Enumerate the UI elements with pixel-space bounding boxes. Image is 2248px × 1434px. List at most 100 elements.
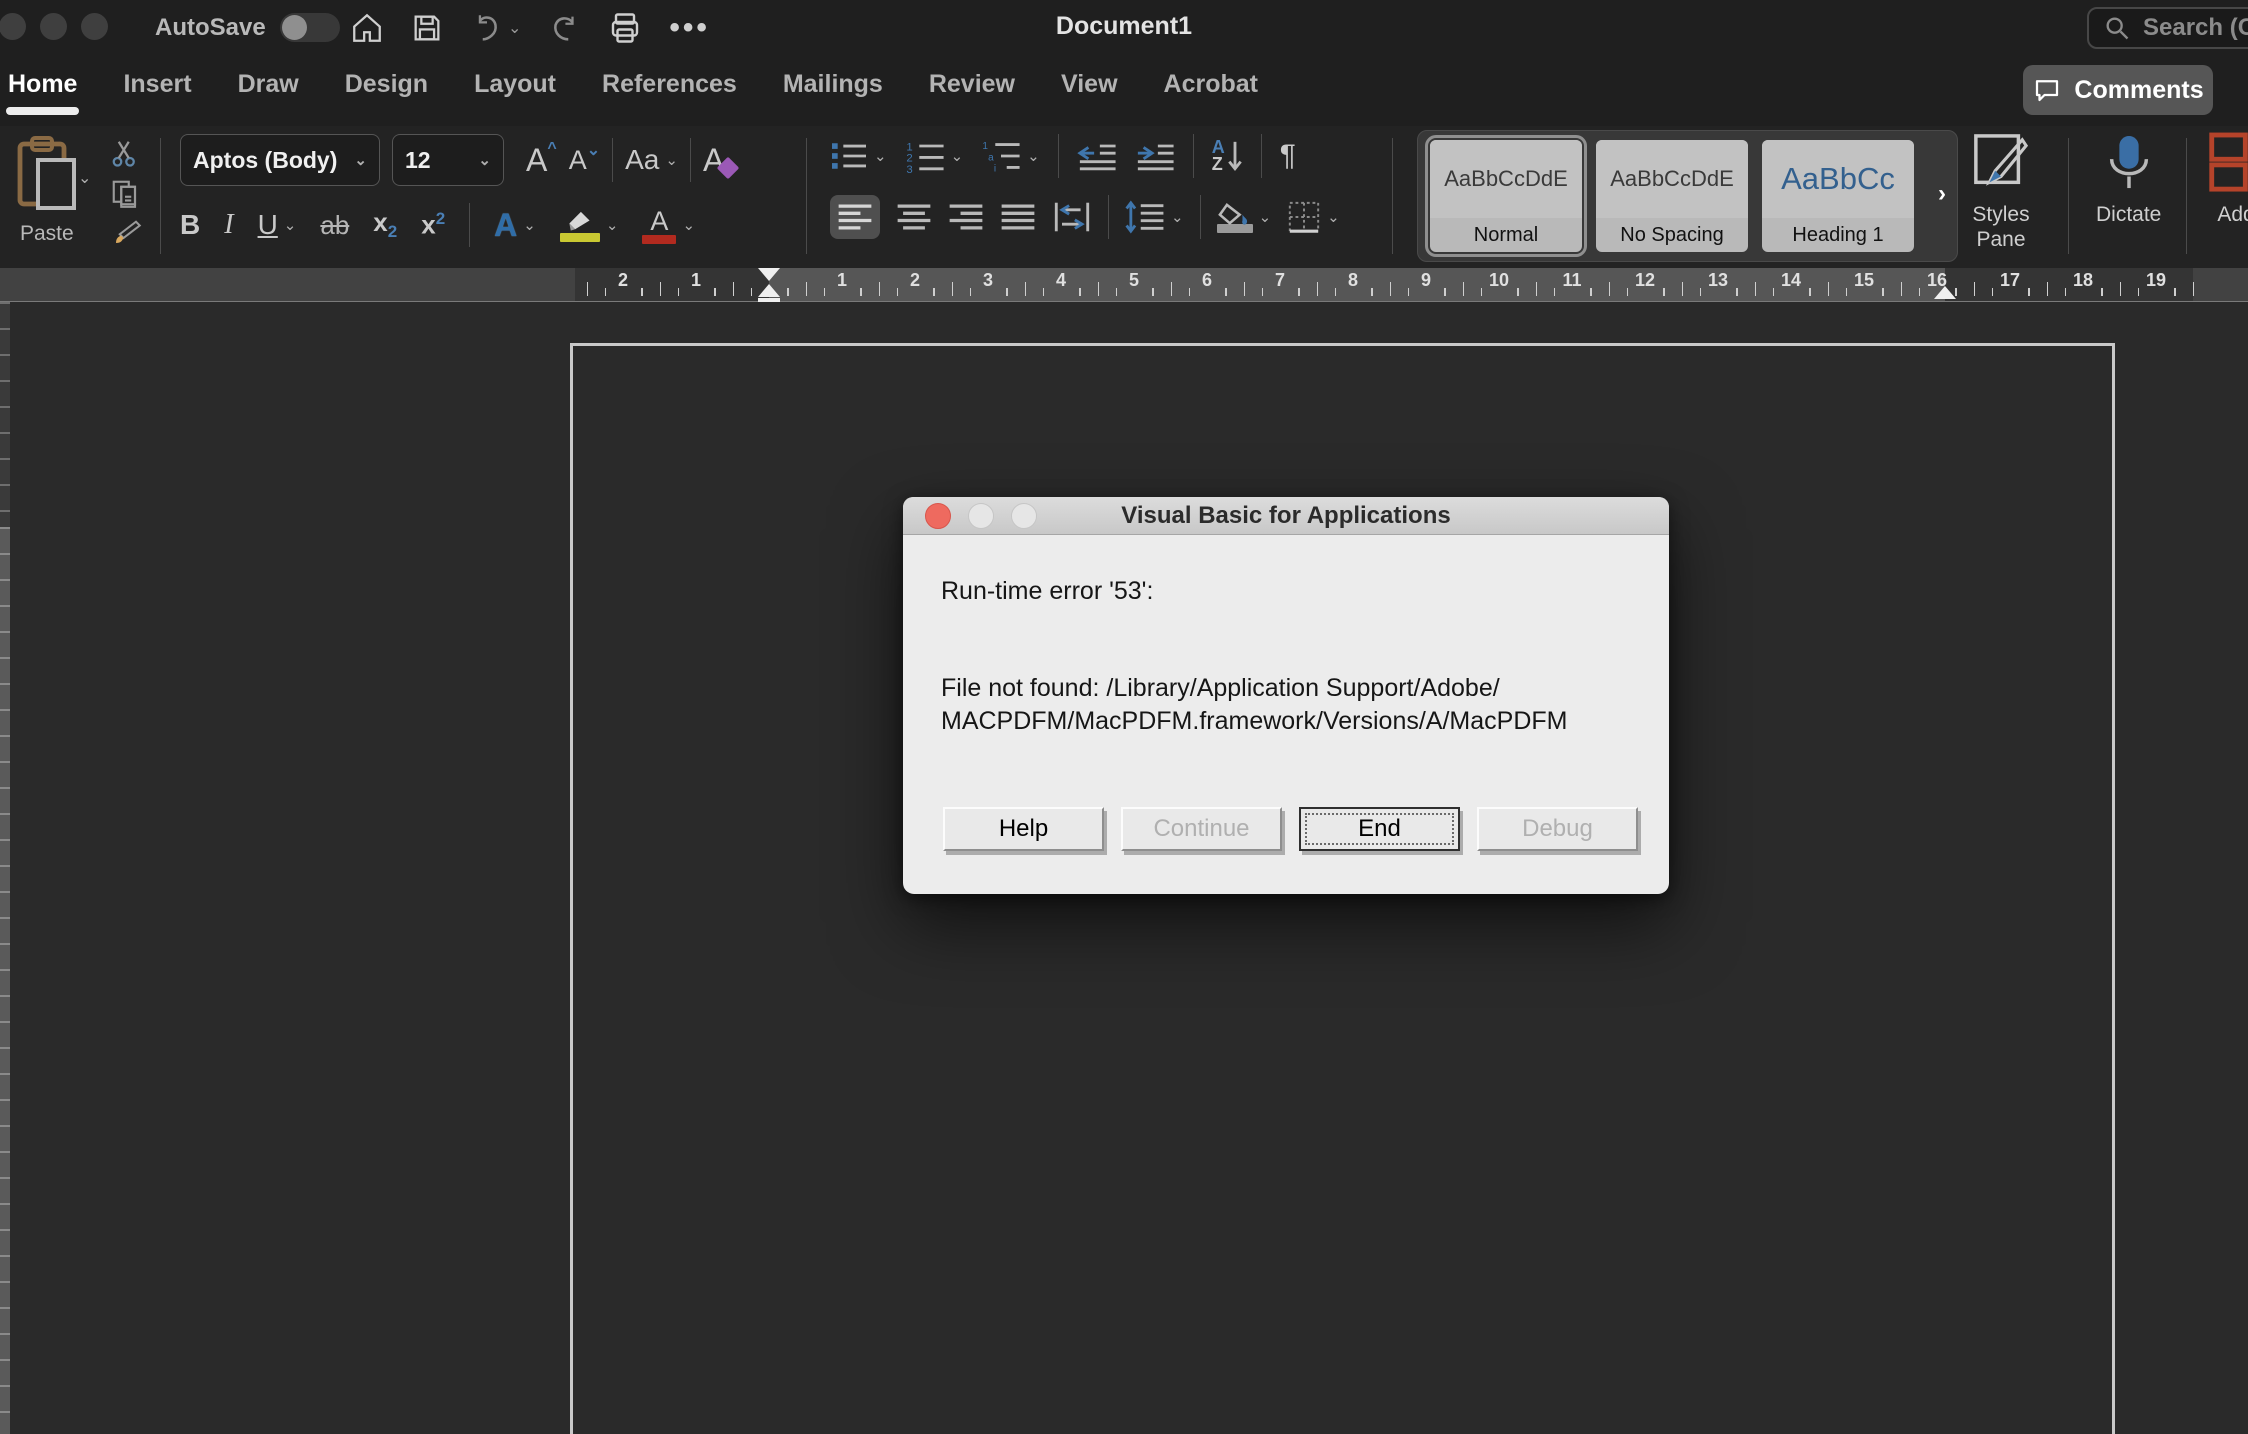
superscript-button[interactable]: x2: [421, 209, 445, 241]
tab-mailings[interactable]: Mailings: [783, 70, 883, 99]
tab-home[interactable]: Home: [8, 70, 77, 99]
bullet-list-button[interactable]: ⌄: [830, 139, 887, 173]
ruler-tick: [1755, 282, 1757, 296]
numbered-list-button[interactable]: 123 ⌄: [905, 138, 964, 174]
justify-button[interactable]: [1000, 202, 1036, 232]
horizontal-ruler[interactable]: 2112345678910111213141516171819: [0, 268, 2248, 302]
dialog-title: Visual Basic for Applications: [1121, 502, 1450, 530]
ribbon-tabs: Home Insert Draw Design Layout References Mail…: [8, 70, 1258, 99]
line-indent-options-button[interactable]: [1052, 201, 1092, 233]
ruler-tick: [1536, 282, 1538, 296]
ruler-tick: [1627, 288, 1629, 296]
comments-button[interactable]: Comments: [2023, 65, 2213, 115]
font-size-select[interactable]: 12⌄: [392, 134, 504, 186]
ruler-tick: [1390, 282, 1392, 296]
comments-label: Comments: [2074, 76, 2203, 105]
hanging-indent-marker[interactable]: [758, 284, 780, 297]
dictate-button[interactable]: Dictate: [2096, 132, 2161, 227]
align-center-button[interactable]: [896, 202, 932, 232]
ruler-tick: [2174, 288, 2176, 296]
clear-formatting-button[interactable]: A: [703, 142, 736, 179]
decrease-indent-button[interactable]: [1077, 140, 1117, 172]
ruler-number: 14: [1781, 270, 1801, 291]
ruler-tick: [933, 288, 935, 296]
font-name-select[interactable]: Aptos (Body)⌄: [180, 134, 380, 186]
ruler-number: 10: [1489, 270, 1509, 291]
ruler-tick: [1828, 282, 1830, 296]
tab-references[interactable]: References: [602, 70, 737, 99]
ruler-tick: [1481, 288, 1483, 296]
borders-button[interactable]: ⌄: [1287, 200, 1340, 234]
dialog-titlebar[interactable]: Visual Basic for Applications: [903, 497, 1669, 535]
bold-button[interactable]: B: [180, 209, 200, 241]
underline-button[interactable]: U⌄: [258, 209, 297, 241]
tab-design[interactable]: Design: [345, 70, 428, 99]
ruler-number: 4: [1056, 270, 1066, 291]
debug-button: Debug: [1477, 807, 1638, 851]
style-heading-1-label: Heading 1: [1762, 218, 1914, 252]
ruler-tick: [2028, 288, 2030, 296]
clipboard-paste-icon: [12, 134, 84, 214]
paste-menu-chevron[interactable]: ⌄: [78, 168, 91, 188]
style-no-spacing[interactable]: AaBbCcDdE No Spacing: [1596, 140, 1748, 252]
tab-draw[interactable]: Draw: [238, 70, 299, 99]
change-case-button[interactable]: Aa⌄: [625, 144, 678, 176]
document-canvas[interactable]: Visual Basic for Applications Run-time e…: [0, 302, 2248, 1434]
show-paragraph-marks-button[interactable]: ¶: [1280, 139, 1296, 173]
cut-icon[interactable]: [110, 138, 142, 168]
increase-indent-button[interactable]: [1135, 140, 1175, 172]
subscript-button[interactable]: x2: [373, 207, 397, 242]
svg-text:i: i: [994, 164, 996, 174]
end-button[interactable]: End: [1299, 807, 1460, 851]
align-left-button[interactable]: [830, 195, 880, 239]
styles-pane-button[interactable]: StylesPane: [1972, 132, 2030, 252]
ruler-tick: [1682, 282, 1684, 296]
ruler-tick: [824, 288, 826, 296]
dialog-close-button[interactable]: [925, 503, 951, 529]
italic-button[interactable]: I: [224, 209, 233, 241]
ruler-tick: [2065, 288, 2067, 296]
ruler-tick: [1444, 288, 1446, 296]
strikethrough-button[interactable]: ab: [320, 210, 349, 241]
format-painter-icon[interactable]: [110, 218, 142, 248]
ruler-tick: [970, 288, 972, 296]
ruler-tick: [1736, 288, 1738, 296]
comment-bubble-icon: [2032, 75, 2062, 105]
copy-icon[interactable]: [110, 178, 142, 208]
first-line-indent-marker[interactable]: [758, 268, 780, 281]
ruler-tick: [952, 282, 954, 296]
add-ins-button[interactable]: Add: [2208, 132, 2248, 227]
sort-button[interactable]: AZ: [1212, 139, 1243, 173]
font-color-button[interactable]: A ⌄: [642, 206, 695, 244]
style-normal[interactable]: AaBbCcDdE Normal: [1430, 140, 1582, 252]
error-code-text: Run-time error '53':: [941, 577, 1631, 606]
shrink-font-button[interactable]: A⌄: [569, 145, 600, 176]
ruler-tick: [1025, 282, 1027, 296]
ruler-tick: [1974, 282, 1976, 296]
search-input[interactable]: Search (C: [2087, 7, 2248, 49]
tab-review[interactable]: Review: [929, 70, 1015, 99]
ruler-tick: [806, 282, 808, 296]
help-button[interactable]: Help: [943, 807, 1104, 851]
styles-gallery-expand-chevron[interactable]: ›: [1938, 180, 1946, 208]
style-heading-1[interactable]: AaBbCc Heading 1: [1762, 140, 1914, 252]
ruler-tick: [1043, 288, 1045, 296]
ruler-tick: [1262, 288, 1264, 296]
text-effects-button[interactable]: A⌄: [494, 207, 536, 244]
ruler-number: 3: [983, 270, 993, 291]
search-icon: [2103, 14, 2131, 42]
line-spacing-button[interactable]: ⌄: [1125, 200, 1184, 234]
ruler-tick: [605, 288, 607, 296]
align-right-button[interactable]: [948, 202, 984, 232]
tab-view[interactable]: View: [1061, 70, 1118, 99]
tab-insert[interactable]: Insert: [123, 70, 191, 99]
shading-button[interactable]: ⌄: [1217, 202, 1272, 233]
ruler-number: 1: [691, 270, 701, 291]
grow-font-button[interactable]: A^: [526, 142, 557, 179]
tab-layout[interactable]: Layout: [474, 70, 556, 99]
multilevel-list-button[interactable]: 1ai ⌄: [981, 138, 1040, 174]
ruler-number: 19: [2146, 270, 2166, 291]
tab-acrobat[interactable]: Acrobat: [1164, 70, 1258, 99]
paste-button[interactable]: ⌄ Paste: [12, 134, 152, 262]
highlight-color-button[interactable]: ⌄: [560, 209, 619, 242]
